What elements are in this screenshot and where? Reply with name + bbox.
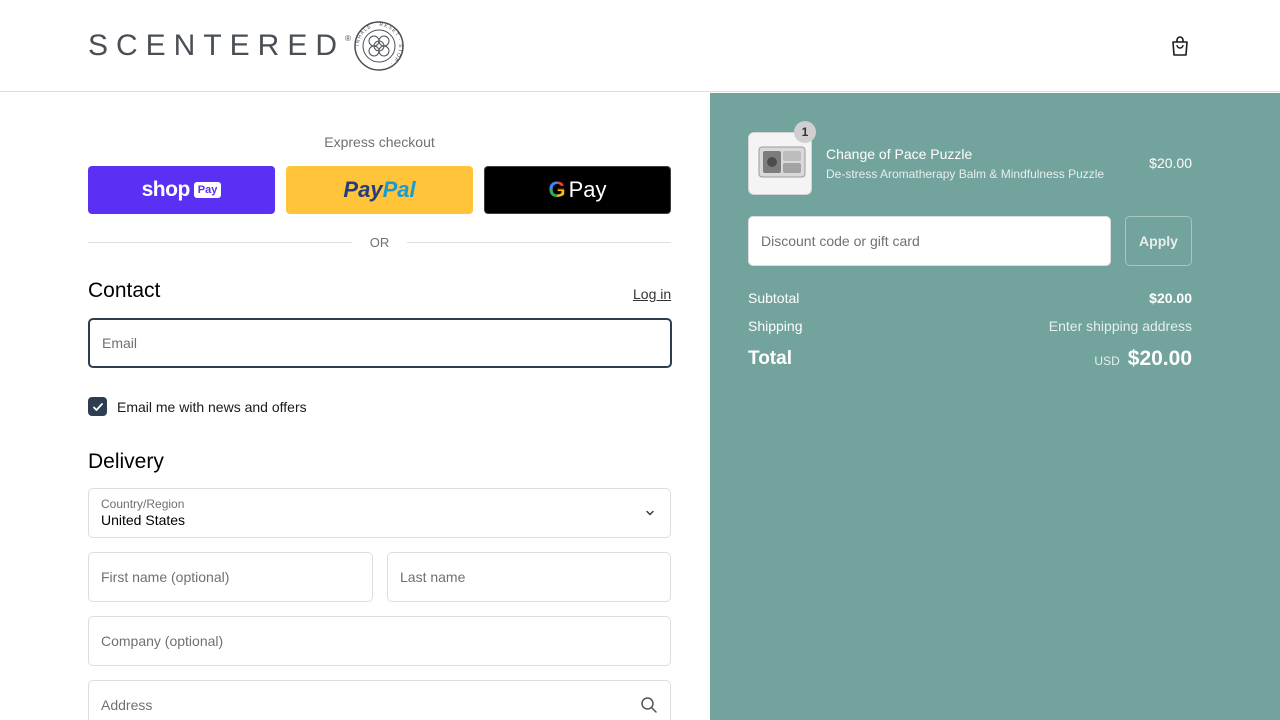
address-input[interactable]: Address — [88, 680, 671, 720]
country-select[interactable]: Country/Region United States — [88, 488, 671, 538]
brand-logo[interactable]: SCENTERED ® INHALE · RESET · STOP · — [88, 20, 405, 72]
newsletter-checkbox[interactable] — [88, 397, 107, 416]
first-name-placeholder: First name (optional) — [101, 569, 230, 585]
paypal-button[interactable]: PayPal — [286, 166, 473, 214]
quantity-badge: 1 — [794, 121, 816, 143]
brand-seal-icon: INHALE · RESET · STOP · — [354, 21, 404, 71]
shop-pay-button[interactable]: shop Pay — [88, 166, 275, 214]
or-text: OR — [369, 234, 390, 250]
discount-placeholder: Discount code or gift card — [761, 233, 920, 249]
total-value: USD $20.00 — [1094, 347, 1192, 371]
first-name-input[interactable]: First name (optional) — [88, 552, 373, 602]
shipping-label: Shipping — [748, 318, 803, 334]
chevron-down-icon — [646, 510, 654, 516]
subtotal-value: $20.00 — [1149, 290, 1192, 306]
subtotal-label: Subtotal — [748, 290, 800, 306]
address-placeholder: Address — [101, 697, 153, 713]
country-label: Country/Region — [101, 497, 185, 511]
checkout-form: Express checkout shop Pay PayPal G Pay OR… — [0, 93, 710, 720]
express-checkout-label: Express checkout — [324, 134, 435, 150]
shop-pay-badge: Pay — [193, 182, 222, 198]
paypal-wordmark: PayPal — [343, 177, 416, 202]
google-pay-wordmark: G Pay — [548, 177, 607, 202]
shipping-value: Enter shipping address — [1048, 318, 1192, 334]
last-name-input[interactable]: Last name — [387, 552, 671, 602]
total-label: Total — [748, 348, 792, 369]
product-price: $20.00 — [1149, 155, 1192, 171]
shop-pay-wordmark: shop — [141, 178, 191, 201]
email-input[interactable]: Email — [88, 318, 672, 368]
country-value: United States — [101, 512, 186, 528]
apply-button[interactable]: Apply — [1125, 216, 1192, 266]
company-placeholder: Company (optional) — [101, 633, 224, 649]
contact-title: Contact — [88, 279, 161, 302]
shopping-bag-icon[interactable] — [1168, 34, 1192, 58]
order-summary: 1 Change of Pace Puzzle De-stress Aromat… — [710, 93, 1280, 720]
discount-input[interactable]: Discount code or gift card — [748, 216, 1111, 266]
google-pay-button[interactable]: G Pay — [484, 166, 671, 214]
newsletter-label: Email me with news and offers — [117, 398, 307, 415]
brand-name: SCENTERED — [88, 29, 346, 62]
product-name: Change of Pace Puzzle — [826, 146, 973, 162]
google-g-icon: G — [548, 177, 566, 202]
company-input[interactable]: Company (optional) — [88, 616, 671, 666]
total-amount: $20.00 — [1127, 347, 1192, 370]
or-divider: OR — [88, 234, 671, 250]
product-description: De-stress Aromatherapy Balm & Mindfulnes… — [826, 167, 1105, 181]
login-link[interactable]: Log in — [633, 286, 671, 302]
header: SCENTERED ® INHALE · RESET · STOP · — [0, 0, 1280, 92]
registered-mark: ® — [345, 33, 351, 43]
checkmark-icon — [92, 402, 103, 411]
delivery-title: Delivery — [88, 450, 164, 473]
currency-code: USD — [1094, 354, 1120, 368]
newsletter-checkbox-row[interactable]: Email me with news and offers — [88, 397, 307, 416]
last-name-placeholder: Last name — [400, 569, 466, 585]
email-placeholder: Email — [102, 335, 138, 351]
search-icon[interactable] — [640, 696, 658, 714]
